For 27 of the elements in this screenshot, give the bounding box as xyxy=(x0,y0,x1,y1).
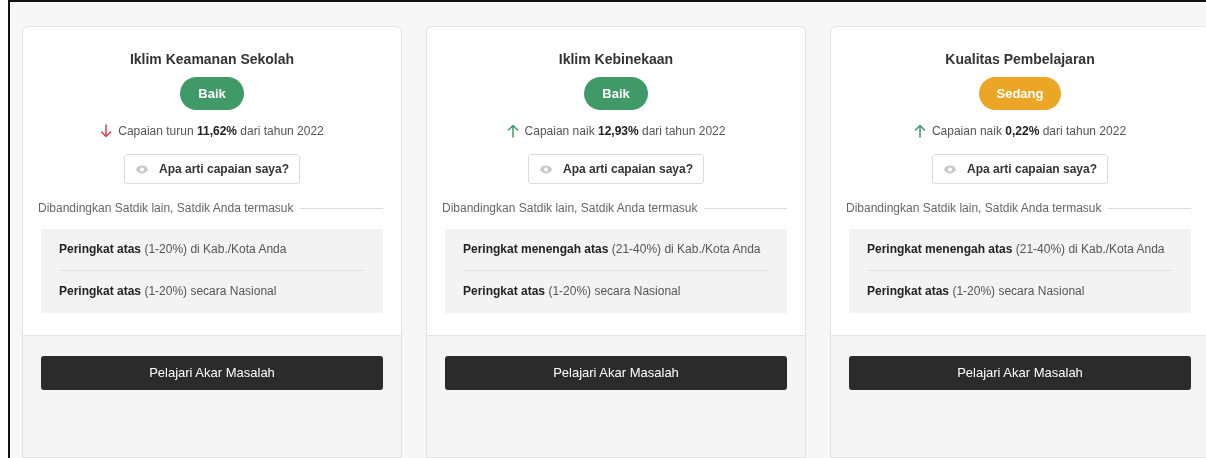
card-title: Iklim Keamanan Sekolah xyxy=(129,51,295,67)
ranking-text: Peringkat atas (1-20%) di Kab./Kota Anda xyxy=(59,242,287,256)
ranking-text: Peringkat atas (1-20%) secara Nasional xyxy=(867,284,1085,299)
eye-icon xyxy=(538,164,553,174)
ranking-text: Peringkat menengah atas (21-40%) di Kab./Kota Anda xyxy=(463,242,761,256)
card-title: Kualitas Pembelajaran xyxy=(945,51,1095,67)
ranking-text: Peringkat atas (1-20%) secara Nasional xyxy=(59,284,277,299)
eye-icon xyxy=(134,164,149,174)
trend-text: Capaian naik 12,93% dari tahun 2022 xyxy=(524,124,726,138)
ranking-text: Peringkat atas (1-20%) secara Nasional xyxy=(463,284,681,299)
status-badge: Baik xyxy=(180,77,244,110)
help-button[interactable]: Apa arti capaian saya? xyxy=(527,154,705,184)
status-badge: Sedang xyxy=(978,77,1062,110)
trend-text: Capaian turun 11,62% dari tahun 2022 xyxy=(118,124,324,138)
ranking-text: Peringkat menengah atas (21-40%) di Kab./Kota Anda xyxy=(867,242,1165,256)
comparison-label: Dibandingkan Satdik lain, Satdik Anda termasuk xyxy=(846,201,1102,215)
action-button[interactable]: Pelajari Akar Masalah xyxy=(849,355,1191,390)
status-badge: Baik xyxy=(584,77,648,110)
action-button[interactable]: Pelajari Akar Masalah xyxy=(445,355,787,390)
help-button[interactable]: Apa arti capaian saya? xyxy=(123,154,301,184)
card-title: Iklim Kebinekaan xyxy=(558,51,674,67)
help-button[interactable]: Apa arti capaian saya? xyxy=(931,154,1109,184)
comparison-label: Dibandingkan Satdik lain, Satdik Anda termasuk xyxy=(38,201,294,215)
eye-icon xyxy=(942,164,957,174)
comparison-label: Dibandingkan Satdik lain, Satdik Anda termasuk xyxy=(442,201,698,215)
trend-text: Capaian naik 0,22% dari tahun 2022 xyxy=(931,124,1127,138)
action-button[interactable]: Pelajari Akar Masalah xyxy=(41,355,383,390)
